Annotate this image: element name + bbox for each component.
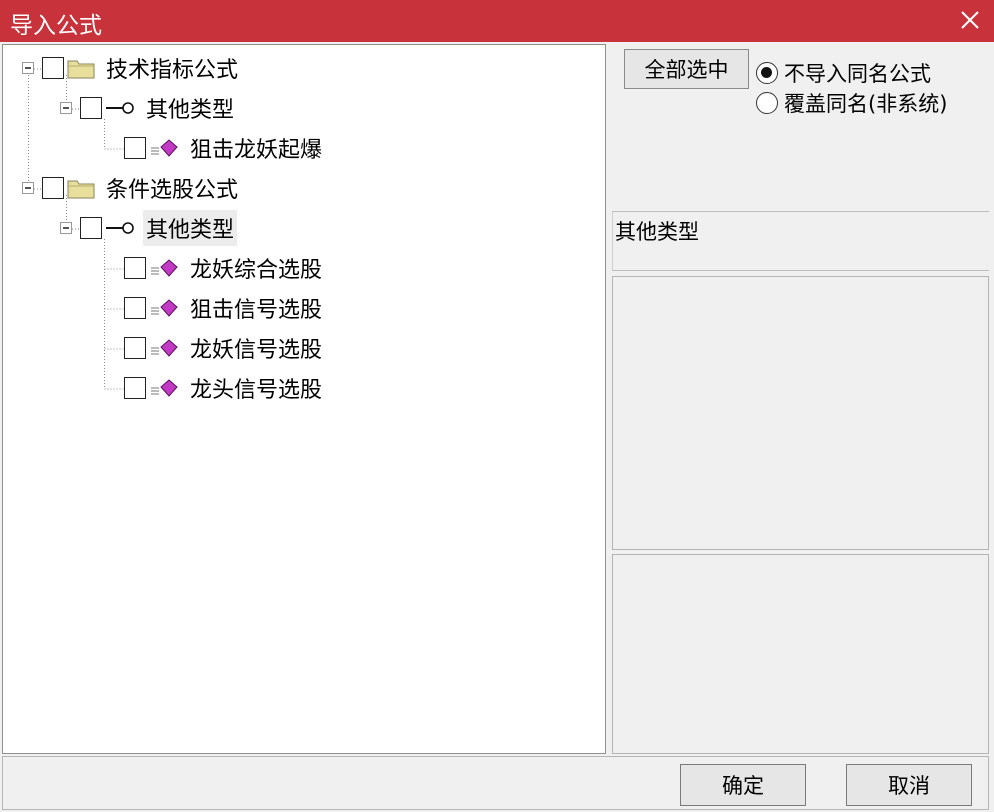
- description-text: 其他类型: [615, 220, 699, 244]
- no-import-duplicate-option[interactable]: 不导入同名公式: [756, 58, 931, 88]
- group-checkbox[interactable]: [42, 177, 64, 199]
- tree-subgroup[interactable]: 其他类型: [60, 92, 237, 124]
- tree-group[interactable]: 条件选股公式: [22, 172, 241, 204]
- window-title: 导入公式: [10, 13, 102, 39]
- key-icon: [105, 220, 135, 236]
- collapse-icon[interactable]: [22, 182, 34, 194]
- tree-subgroup[interactable]: 其他类型: [60, 210, 238, 246]
- tree-item[interactable]: 龙头信号选股: [124, 372, 325, 404]
- tree-item-label: 龙妖综合选股: [190, 258, 323, 283]
- item-checkbox[interactable]: [124, 137, 146, 159]
- description-panel: 其他类型: [612, 211, 989, 271]
- formula-icon: [149, 257, 179, 279]
- tree-item[interactable]: 龙妖信号选股: [124, 332, 325, 364]
- folder-icon: [67, 57, 95, 79]
- title-bar: 导入公式: [0, 0, 994, 42]
- ok-button[interactable]: 确定: [680, 764, 806, 806]
- tree-subgroup-label: 其他类型: [146, 98, 235, 123]
- tree-group-label: 技术指标公式: [106, 58, 239, 83]
- tree-subgroup-label: 其他类型: [143, 210, 238, 246]
- tree-item-label: 狙击龙妖起爆: [190, 138, 323, 163]
- collapse-icon[interactable]: [22, 62, 34, 74]
- formula-tree[interactable]: 技术指标公式 其他类型 狙击龙妖起爆 条件选股公式 其他类型 龙妖综合选股 狙击…: [2, 44, 606, 754]
- radio-button[interactable]: [756, 92, 778, 114]
- close-icon[interactable]: [958, 8, 982, 32]
- formula-icon: [149, 297, 179, 319]
- note-panel: [612, 554, 989, 754]
- radio-label: 不导入同名公式: [784, 62, 931, 86]
- tree-item[interactable]: 狙击信号选股: [124, 292, 325, 324]
- item-checkbox[interactable]: [124, 377, 146, 399]
- subgroup-checkbox[interactable]: [80, 217, 102, 239]
- tree-item-label: 狙击信号选股: [190, 298, 323, 323]
- tree-item-label: 龙妖信号选股: [190, 338, 323, 363]
- cancel-button[interactable]: 取消: [846, 764, 972, 806]
- formula-icon: [149, 337, 179, 359]
- formula-icon: [149, 137, 179, 159]
- group-checkbox[interactable]: [42, 57, 64, 79]
- formula-icon: [149, 377, 179, 399]
- key-icon: [105, 100, 135, 116]
- item-checkbox[interactable]: [124, 297, 146, 319]
- button-bar: [2, 756, 989, 810]
- tree-item-label: 龙头信号选股: [190, 378, 323, 403]
- radio-label: 覆盖同名(非系统): [784, 92, 948, 116]
- radio-button[interactable]: [756, 62, 778, 84]
- tree-item[interactable]: 狙击龙妖起爆: [124, 132, 325, 164]
- item-checkbox[interactable]: [124, 337, 146, 359]
- detail-panel: [612, 276, 989, 550]
- subgroup-checkbox[interactable]: [80, 97, 102, 119]
- select-all-button[interactable]: 全部选中: [624, 49, 749, 89]
- tree-group-label: 条件选股公式: [106, 178, 239, 203]
- overwrite-duplicate-option[interactable]: 覆盖同名(非系统): [756, 88, 947, 118]
- item-checkbox[interactable]: [124, 257, 146, 279]
- collapse-icon[interactable]: [60, 222, 72, 234]
- tree-group[interactable]: 技术指标公式: [22, 52, 241, 84]
- tree-item[interactable]: 龙妖综合选股: [124, 252, 325, 284]
- collapse-icon[interactable]: [60, 102, 72, 114]
- folder-icon: [67, 177, 95, 199]
